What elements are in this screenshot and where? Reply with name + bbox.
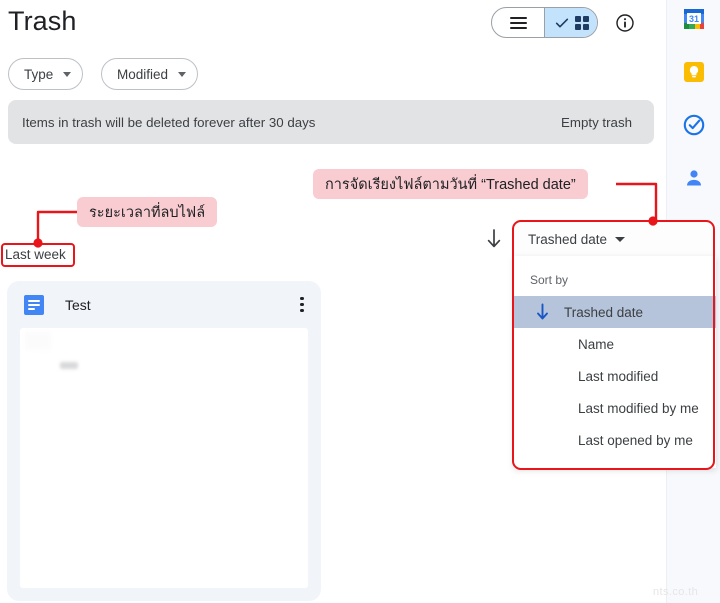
thumbnail-blur-text <box>60 362 78 369</box>
filter-chip-modified-label: Modified <box>117 66 169 82</box>
empty-trash-button[interactable]: Empty trash <box>561 115 632 130</box>
sort-option-name[interactable]: Name <box>514 328 716 360</box>
info-button[interactable] <box>615 13 635 33</box>
arrow-down-icon <box>487 229 501 248</box>
sort-dropdown[interactable]: Trashed date Sort by Trashed date Name L… <box>514 222 716 468</box>
view-toggle[interactable] <box>491 7 598 38</box>
sort-option-label: Last modified <box>578 368 659 384</box>
annotation-sort-note: การจัดเรียงไฟล์ตามวันที่ “Trashed date” <box>313 169 588 199</box>
sort-option-last-modified[interactable]: Last modified <box>514 360 716 392</box>
chevron-down-icon <box>615 236 626 242</box>
sort-option-label: Last opened by me <box>578 432 693 448</box>
sort-option-last-opened-by-me[interactable]: Last opened by me <box>514 424 716 456</box>
calendar-day-number: 31 <box>689 14 699 24</box>
chevron-down-icon <box>178 71 187 77</box>
trash-retention-banner: Items in trash will be deleted forever a… <box>8 100 654 144</box>
sort-option-trashed-date[interactable]: Trashed date <box>514 296 716 328</box>
filter-chip-modified[interactable]: Modified <box>101 58 199 90</box>
sort-option-last-modified-by-me[interactable]: Last modified by me <box>514 392 716 424</box>
file-card-thumbnail <box>20 328 308 588</box>
annotation-duration-note: ระยะเวลาที่ลบไฟล์ <box>77 197 218 227</box>
thumbnail-blur-corner <box>25 332 51 350</box>
filter-chip-type[interactable]: Type <box>8 58 84 90</box>
sort-current-button[interactable]: Trashed date <box>514 222 716 256</box>
grid-view-icon <box>574 15 589 30</box>
google-keep-icon[interactable] <box>681 59 707 85</box>
google-contacts-icon[interactable] <box>681 165 707 191</box>
drive-trash-page: 31 Trash Type Modified Items in trash wi… <box>0 0 720 603</box>
sort-menu[interactable]: Sort by Trashed date Name Last modified … <box>514 256 716 468</box>
grid-view-button[interactable] <box>544 8 597 37</box>
info-icon <box>616 14 634 32</box>
arrow-down-icon <box>532 303 552 321</box>
list-view-button[interactable] <box>492 8 544 37</box>
file-card-name: Test <box>65 296 91 313</box>
google-tasks-icon[interactable] <box>681 112 707 138</box>
chevron-down-icon <box>63 71 72 77</box>
sort-direction-button[interactable] <box>485 228 503 250</box>
more-vertical-icon[interactable] <box>293 296 311 314</box>
sort-option-label: Last modified by me <box>578 400 699 416</box>
sort-menu-title: Sort by <box>530 273 569 287</box>
page-title: Trash <box>8 6 77 36</box>
filter-chip-type-label: Type <box>24 66 54 82</box>
file-card-header: Test <box>7 281 321 328</box>
sort-option-label: Trashed date <box>564 304 644 320</box>
hamburger-list-icon <box>509 16 527 29</box>
google-calendar-icon[interactable]: 31 <box>681 6 707 32</box>
group-header-last-week: Last week <box>5 247 66 262</box>
google-docs-icon <box>24 294 44 315</box>
file-card[interactable]: Test <box>7 281 321 601</box>
sort-current-label: Trashed date <box>528 231 608 247</box>
sort-option-label: Name <box>578 336 615 352</box>
watermark: nts.co.th <box>653 586 699 598</box>
check-icon <box>555 18 568 27</box>
trash-retention-text: Items in trash will be deleted forever a… <box>22 114 316 130</box>
